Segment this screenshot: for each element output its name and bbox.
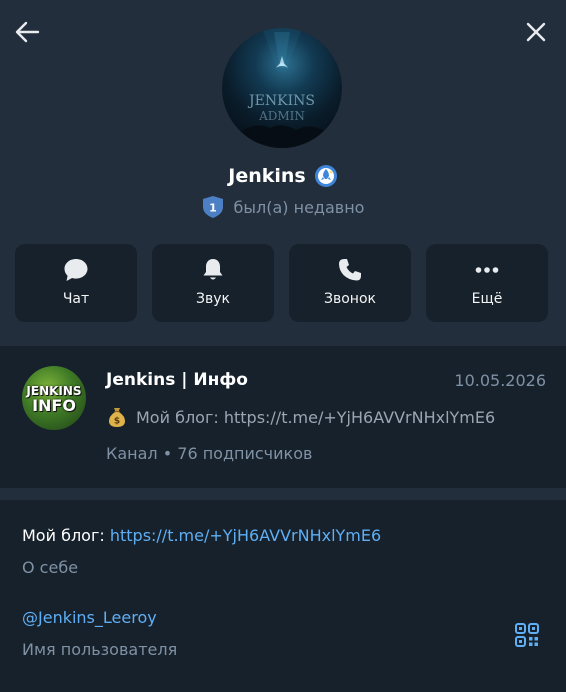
bio-text: Мой блог: https://t.me/+YjH6AVVrNHxlYmE6 (22, 526, 381, 545)
bio-prefix: Мой блог: (22, 526, 110, 545)
personal-channel-card[interactable]: JENKINS INFO Jenkins | Инфо 10.05.2026 $… (0, 346, 566, 488)
avatar-text-line2: ADMIN (258, 109, 305, 123)
username-label: Имя пользователя (22, 640, 178, 659)
call-label: Звонок (324, 291, 376, 307)
channel-title: Jenkins | Инфо (106, 370, 248, 390)
phone-icon (339, 259, 361, 281)
channel-date: 10.05.2026 (454, 371, 546, 390)
name-row: Jenkins (0, 162, 566, 190)
channel-subscribers: Канал • 76 подписчиков (106, 444, 313, 463)
section-divider (0, 488, 566, 500)
close-button[interactable] (520, 16, 552, 48)
close-icon (526, 22, 546, 42)
bell-icon (203, 259, 223, 280)
more-button[interactable]: Ещё (426, 244, 548, 322)
avatar-artwork: JENKINS ADMIN (232, 28, 334, 148)
qr-code-icon[interactable] (514, 622, 540, 648)
arrow-left-icon (15, 21, 40, 43)
call-button[interactable]: Звонок (289, 244, 411, 322)
channel-avatar: JENKINS INFO (22, 366, 86, 430)
profile-header: JENKINS ADMIN Jenkins 1 был(а) недавно Ч… (0, 0, 566, 346)
channel-last-message: $ Мой блог: https://t.me/+YjH6AVVrNHxlYm… (106, 406, 495, 428)
level-shield-icon[interactable]: 1 (202, 195, 224, 219)
chat-icon (64, 259, 88, 281)
bio-label: О себе (22, 558, 79, 577)
rocket-badge-icon[interactable] (314, 164, 338, 188)
svg-text:$: $ (114, 417, 120, 427)
status-row: 1 был(а) недавно (0, 194, 566, 220)
money-bag-icon: $ (109, 408, 125, 427)
level-number: 1 (209, 202, 217, 215)
channel-avatar-line2: INFO (32, 396, 76, 415)
last-seen-status: был(а) недавно (233, 197, 365, 217)
action-bar: Чат Звук Звонок Ещё (15, 244, 548, 322)
sound-button[interactable]: Звук (152, 244, 274, 322)
bio-link[interactable]: https://t.me/+YjH6AVVrNHxlYmE6 (110, 526, 381, 545)
sound-label: Звук (196, 291, 230, 307)
avatar-text-line1: JENKINS (247, 93, 315, 109)
chat-label: Чат (62, 291, 90, 307)
channel-message-text: Мой блог: https://t.me/+YjH6AVVrNHxlYmE6 (136, 407, 496, 427)
profile-avatar[interactable]: JENKINS ADMIN (222, 28, 342, 148)
more-icon (475, 267, 499, 273)
profile-info-section: Мой блог: https://t.me/+YjH6AVVrNHxlYmE6… (0, 500, 566, 692)
more-label: Ещё (471, 291, 503, 307)
chat-button[interactable]: Чат (15, 244, 137, 322)
profile-name: Jenkins (228, 165, 306, 187)
back-button[interactable] (12, 16, 44, 48)
username-link[interactable]: @Jenkins_Leeroy (22, 608, 157, 627)
